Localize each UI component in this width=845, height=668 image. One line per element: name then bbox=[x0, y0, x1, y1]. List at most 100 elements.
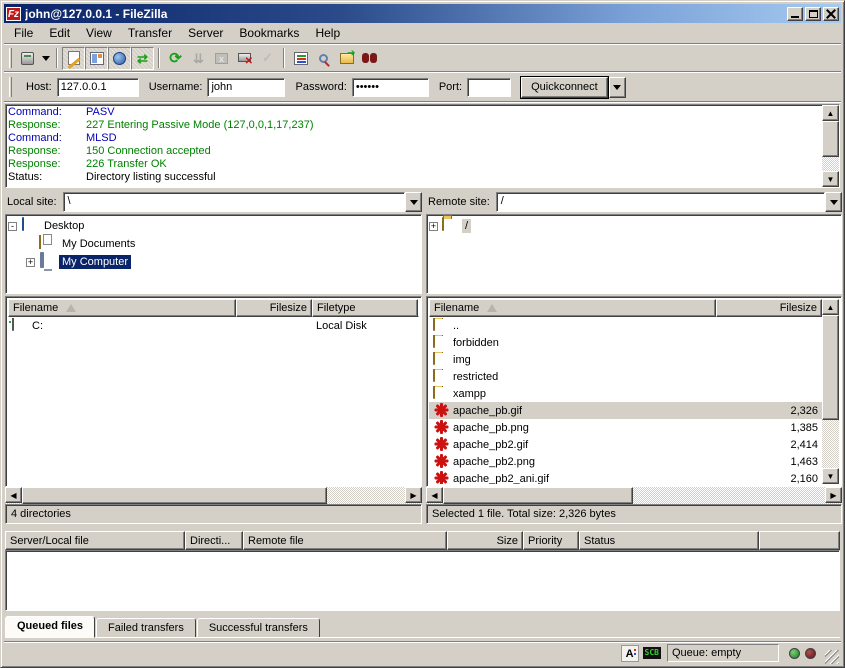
local-hscroll-thumb[interactable] bbox=[22, 487, 327, 504]
refresh-icon[interactable]: ⟳ bbox=[164, 47, 187, 70]
scroll-left-icon[interactable]: ◀ bbox=[426, 487, 443, 503]
remote-file-row[interactable]: img bbox=[429, 351, 822, 368]
remote-file-row[interactable]: restricted bbox=[429, 368, 822, 385]
reconnect-icon[interactable]: ✓ bbox=[256, 47, 279, 70]
directory-comparison-icon[interactable] bbox=[312, 47, 335, 70]
tab-successful-transfers[interactable]: Successful transfers bbox=[197, 618, 320, 638]
toggle-remote-tree-icon[interactable] bbox=[108, 47, 131, 70]
column-filesize[interactable]: Filesize bbox=[236, 299, 312, 317]
remote-site-dropdown[interactable] bbox=[825, 192, 842, 212]
scroll-up-icon[interactable]: ▲ bbox=[822, 105, 839, 121]
tree-item-root[interactable]: + / bbox=[429, 217, 839, 235]
remote-vscroll-thumb[interactable] bbox=[822, 315, 839, 420]
find-files-icon[interactable] bbox=[358, 47, 381, 70]
remote-site-value[interactable]: / bbox=[496, 192, 825, 212]
log-scrollbar[interactable]: ▲ ▼ bbox=[822, 105, 839, 187]
queue-list[interactable] bbox=[5, 550, 840, 611]
local-site-value[interactable]: \ bbox=[63, 192, 405, 212]
column-direction[interactable]: Directi... bbox=[185, 531, 243, 550]
remote-hscroll-thumb[interactable] bbox=[443, 487, 633, 504]
minimize-button[interactable] bbox=[787, 7, 803, 21]
remote-file-row[interactable]: xampp bbox=[429, 385, 822, 402]
username-input[interactable] bbox=[207, 78, 285, 97]
transfer-type-ascii-icon[interactable]: A bbox=[621, 645, 639, 662]
column-filename[interactable]: Filename bbox=[429, 299, 716, 317]
maximize-button[interactable] bbox=[805, 7, 821, 21]
toggle-message-log-icon[interactable] bbox=[62, 47, 85, 70]
menu-server[interactable]: Server bbox=[180, 23, 231, 43]
toggle-transfer-queue-icon[interactable]: ⇄ bbox=[131, 47, 154, 70]
log-line: Command:MLSD bbox=[8, 132, 837, 145]
toggle-local-tree-icon[interactable] bbox=[85, 47, 108, 70]
directory-listing-filters-icon[interactable] bbox=[289, 47, 312, 70]
quickconnect-grip[interactable] bbox=[9, 77, 12, 97]
app-icon[interactable]: Fz bbox=[6, 7, 21, 21]
site-manager-dropdown[interactable] bbox=[39, 47, 52, 70]
scroll-down-icon[interactable]: ▼ bbox=[822, 171, 839, 187]
scroll-right-icon[interactable]: ▶ bbox=[825, 487, 842, 503]
scroll-down-icon[interactable]: ▼ bbox=[822, 468, 839, 484]
local-site-dropdown[interactable] bbox=[405, 192, 422, 212]
remote-file-row[interactable]: apache_pb2_ani.gif 2,160 bbox=[429, 470, 822, 484]
column-priority[interactable]: Priority bbox=[523, 531, 579, 550]
collapse-icon[interactable]: - bbox=[8, 222, 17, 231]
selected-tree-item[interactable]: My Computer bbox=[59, 255, 131, 269]
menu-transfer[interactable]: Transfer bbox=[120, 23, 180, 43]
tree-item-my-computer[interactable]: + My Computer bbox=[8, 253, 419, 271]
filezilla-window: Fz john@127.0.0.1 - FileZilla File Edit … bbox=[0, 0, 845, 668]
remote-file-row[interactable]: apache_pb.png 1,385 bbox=[429, 419, 822, 436]
tree-item-my-documents[interactable]: My Documents bbox=[8, 235, 419, 253]
close-button[interactable] bbox=[823, 7, 839, 21]
window-title: john@127.0.0.1 - FileZilla bbox=[25, 7, 785, 21]
speedlimit-badge-icon[interactable]: SCB bbox=[643, 647, 661, 659]
column-status[interactable]: Status bbox=[579, 531, 759, 550]
column-filetype[interactable]: Filetype bbox=[312, 299, 418, 317]
cancel-operation-icon[interactable]: x bbox=[210, 47, 233, 70]
remote-file-row[interactable]: forbidden bbox=[429, 334, 822, 351]
remote-vscrollbar[interactable]: ▲ ▼ bbox=[822, 299, 839, 484]
resize-grip[interactable] bbox=[825, 650, 839, 664]
scroll-up-icon[interactable]: ▲ bbox=[822, 299, 839, 315]
menu-edit[interactable]: Edit bbox=[41, 23, 78, 43]
menu-file[interactable]: File bbox=[6, 23, 41, 43]
site-manager-icon[interactable] bbox=[16, 47, 39, 70]
remote-file-row-selected[interactable]: apache_pb.gif 2,326 bbox=[429, 402, 822, 419]
synchronized-browsing-icon[interactable] bbox=[335, 47, 358, 70]
remote-site-combo[interactable]: / bbox=[496, 192, 842, 212]
process-queue-icon[interactable]: ⇊ bbox=[187, 47, 210, 70]
column-remote-file[interactable]: Remote file bbox=[243, 531, 447, 550]
expand-icon[interactable]: + bbox=[429, 222, 438, 231]
column-server-local-file[interactable]: Server/Local file bbox=[5, 531, 185, 550]
log-scroll-thumb[interactable] bbox=[822, 121, 839, 157]
port-input[interactable] bbox=[467, 78, 511, 97]
local-site-combo[interactable]: \ bbox=[63, 192, 422, 212]
quickconnect-dropdown[interactable] bbox=[609, 77, 626, 98]
menu-help[interactable]: Help bbox=[307, 23, 348, 43]
column-filesize[interactable]: Filesize bbox=[716, 299, 822, 317]
menu-view[interactable]: View bbox=[78, 23, 120, 43]
menu-bookmarks[interactable]: Bookmarks bbox=[231, 23, 307, 43]
remote-file-row[interactable]: .. bbox=[429, 317, 822, 334]
scroll-right-icon[interactable]: ▶ bbox=[405, 487, 422, 503]
local-file-row[interactable]: C: Local Disk bbox=[8, 317, 419, 334]
disconnect-icon[interactable] bbox=[233, 47, 256, 70]
local-hscrollbar[interactable]: ◀ ▶ bbox=[5, 487, 422, 504]
toolbar-grip[interactable] bbox=[9, 48, 12, 68]
local-pane: Local site: \ - Desktop My Documents + bbox=[5, 191, 422, 525]
tab-queued-files[interactable]: Queued files bbox=[5, 616, 95, 638]
host-input[interactable] bbox=[57, 78, 139, 97]
scroll-left-icon[interactable]: ◀ bbox=[5, 487, 22, 503]
remote-file-row[interactable]: apache_pb2.png 1,463 bbox=[429, 453, 822, 470]
sort-ascending-icon bbox=[487, 304, 497, 312]
expand-icon[interactable]: + bbox=[26, 258, 35, 267]
tab-failed-transfers[interactable]: Failed transfers bbox=[96, 618, 196, 638]
remote-file-row[interactable]: apache_pb2.gif 2,414 bbox=[429, 436, 822, 453]
column-filename[interactable]: Filename bbox=[8, 299, 236, 317]
tree-item-desktop[interactable]: - Desktop bbox=[8, 217, 419, 235]
column-empty bbox=[759, 531, 840, 550]
column-size[interactable]: Size bbox=[447, 531, 523, 550]
password-input[interactable] bbox=[352, 78, 429, 97]
quickconnect-button[interactable]: Quickconnect bbox=[521, 77, 608, 98]
column-last-modified[interactable]: L bbox=[418, 299, 419, 317]
remote-hscrollbar[interactable]: ◀ ▶ bbox=[426, 487, 842, 504]
